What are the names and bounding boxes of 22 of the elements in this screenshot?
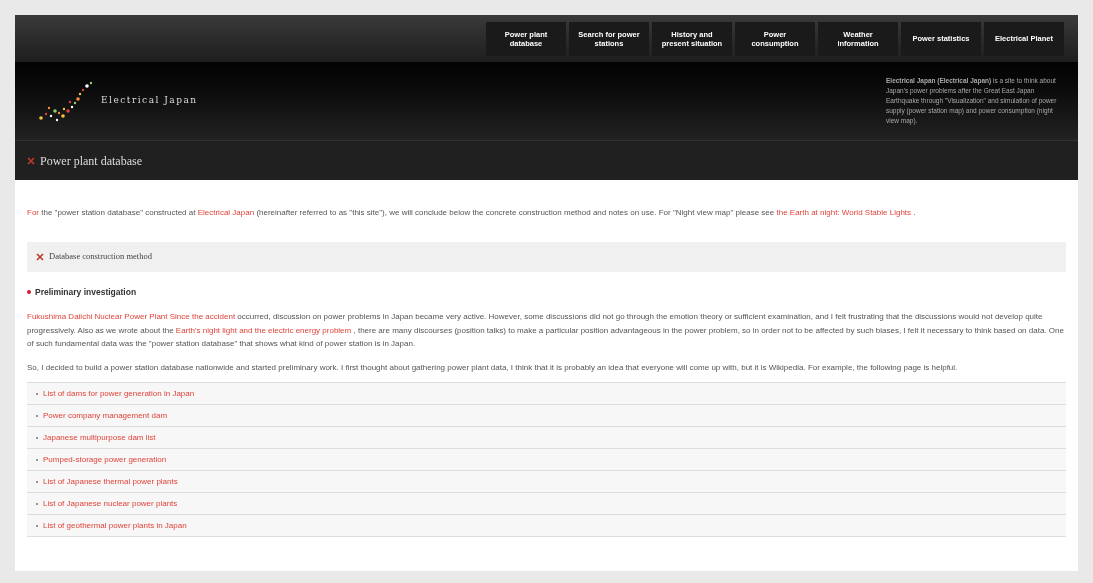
text-link[interactable]: For <box>27 208 39 217</box>
bullet-icon <box>27 289 31 294</box>
list-link[interactable]: List of Japanese nuclear power plants <box>43 497 178 510</box>
paragraph: Fukushima Daiichi Nuclear Power Plant Since the accident occurred, discussion on power problems in Japan became very active. However, some discussions did not go through the emotion theory or sufficient examination, and I felt frustrating that the discussions would not develop quite progressively. Also as we wrote about the Earth's night light and the electric energy problem , there are many discourses (position talks) to make a particular position advantageous in the power problem, so in order not to be affected by such biases, I felt it necessary to think based on data. One of such fundamental data was the "power station database" that shows what kind of power station is in Japan. <box>27 311 1065 351</box>
list-link[interactable]: Japanese multipurpose dam list <box>43 431 156 444</box>
cross-icon <box>36 252 44 261</box>
page-title: Power plant database <box>40 152 142 170</box>
text-link[interactable]: Earth's night light and the electric energy problem <box>175 325 352 335</box>
list-link[interactable]: List of Japanese thermal power plants <box>43 475 178 488</box>
section-title: Database construction method <box>49 250 152 263</box>
paragraph: For the "power station database" constructed at Electrical Japan (hereinafter referred to as "this site"), we will conclude below the concrete construction method and notes on use. For "Night view map" please see the Earth at night: World Stable Lights . <box>27 207 917 219</box>
text-link[interactable]: Electrical Japan <box>197 208 255 217</box>
list-link[interactable]: List of geothermal power plants in Japan <box>43 519 187 532</box>
logo-text: Electrical Japan <box>101 94 198 108</box>
subsection-title: Preliminary investigation <box>35 285 137 299</box>
text-link[interactable]: the Earth at night: World Stable Lights <box>776 208 912 217</box>
list-link[interactable]: List of dams for power generation in Japan <box>43 387 195 400</box>
list-link[interactable]: Power company management dam <box>43 409 168 422</box>
text-link[interactable]: Fukushima Daiichi Nuclear Power Plant Since the accident <box>27 312 236 322</box>
paragraph: So, I decided to build a power station database nationwide and started preliminary work. I first thought about gathering power plant data, I think that it is probably an idea that everyone will come up with, but it is Wikipedia. For example, the following page is helpful. <box>27 361 959 374</box>
list-link[interactable]: Pumped-storage power generation <box>43 453 167 466</box>
cross-icon <box>27 156 35 165</box>
